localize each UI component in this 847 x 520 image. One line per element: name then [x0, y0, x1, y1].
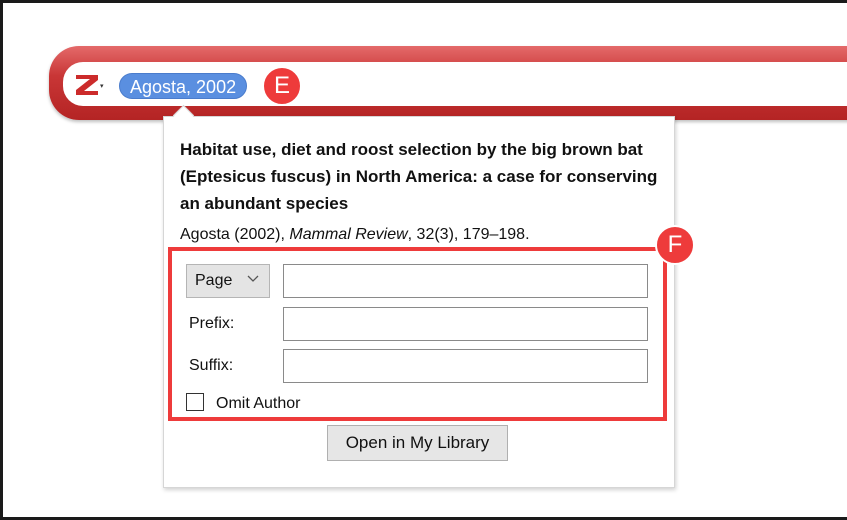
- zotero-menu-caret-icon[interactable]: ▾: [100, 82, 104, 90]
- meta-author-year: Agosta (2002),: [180, 226, 290, 243]
- citation-bubble[interactable]: Agosta, 2002: [119, 73, 248, 99]
- locator-input[interactable]: [283, 264, 648, 298]
- suffix-label: Suffix:: [189, 357, 234, 374]
- item-title: Habitat use, diet and roost selection by…: [180, 140, 658, 213]
- prefix-label: Prefix:: [189, 315, 235, 332]
- zotero-logo-icon[interactable]: [74, 73, 100, 97]
- omit-author-label[interactable]: Omit Author: [216, 395, 300, 413]
- omit-author-checkbox[interactable]: [186, 393, 204, 411]
- open-in-library-button[interactable]: Open in My Library: [327, 425, 508, 461]
- chevron-down-icon: [247, 275, 259, 282]
- suffix-input[interactable]: [283, 349, 648, 383]
- callout-badge-f: F: [655, 225, 695, 265]
- locator-type-label: Page: [195, 272, 233, 289]
- meta-volume-pages: , 32(3), 179–198.: [407, 226, 530, 243]
- meta-journal: Mammal Review: [289, 226, 408, 243]
- item-citation-meta: Agosta (2002), Mammal Review, 32(3), 179…: [180, 226, 660, 244]
- callout-badge-e: E: [262, 66, 302, 106]
- prefix-input[interactable]: [283, 307, 648, 341]
- locator-type-select[interactable]: Page: [186, 264, 270, 298]
